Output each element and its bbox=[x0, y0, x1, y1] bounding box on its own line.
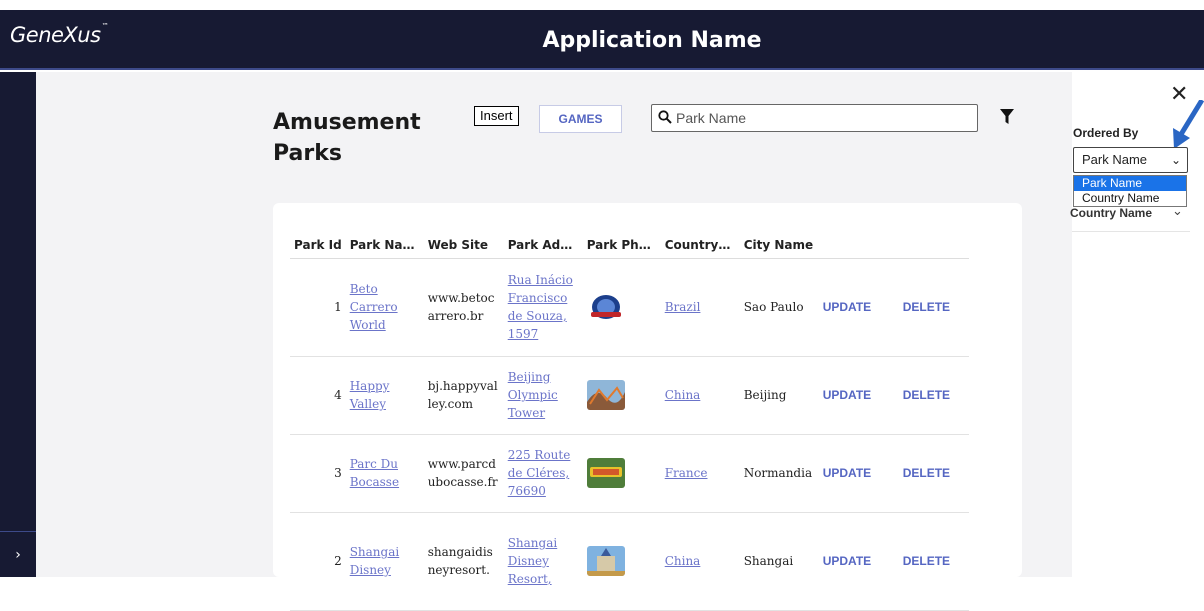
column-header-park-name[interactable]: Park Na… bbox=[345, 232, 424, 259]
app-title: Application Name bbox=[542, 28, 762, 53]
city-cell: Beijing bbox=[739, 356, 819, 435]
column-header-web-site[interactable]: Web Site bbox=[423, 232, 504, 259]
park-name-cell: Parc Du Bocasse bbox=[345, 434, 424, 513]
country-cell: China bbox=[660, 356, 740, 435]
app-header: GeneXus™ Application Name bbox=[0, 10, 1204, 70]
delete-button[interactable]: DELETE bbox=[903, 554, 950, 568]
address-cell: Beijing Olympic Tower bbox=[503, 356, 583, 435]
photo-cell bbox=[582, 434, 661, 513]
photo-cell bbox=[582, 356, 661, 435]
update-button[interactable]: UPDATE bbox=[823, 300, 871, 314]
website-cell: shangaidisneyresort. bbox=[423, 512, 504, 611]
column-header-park-address[interactable]: Park Ad… bbox=[503, 232, 583, 259]
column-header-update bbox=[818, 232, 899, 259]
order-option-park-name[interactable]: Park Name bbox=[1074, 176, 1186, 191]
park-photo-image bbox=[586, 458, 625, 488]
delete-cell: DELETE bbox=[898, 356, 969, 435]
delete-cell: DELETE bbox=[898, 512, 969, 611]
park-name-cell: Beto Carrero World bbox=[345, 258, 424, 357]
park-address-link[interactable]: Shangai Disney Resort, bbox=[508, 536, 558, 586]
address-cell: Shangai Disney Resort, bbox=[503, 512, 583, 611]
update-button[interactable]: UPDATE bbox=[823, 554, 871, 568]
address-cell: 225 Route de Cléres, 76690 bbox=[503, 434, 583, 513]
search-icon bbox=[658, 110, 672, 124]
sidebar: › bbox=[0, 72, 36, 577]
update-cell: UPDATE bbox=[818, 512, 899, 611]
country-link[interactable]: France bbox=[665, 466, 708, 480]
park-id-cell: 2 bbox=[290, 512, 346, 611]
update-button[interactable]: UPDATE bbox=[823, 466, 871, 480]
column-header-city-name[interactable]: City Name bbox=[739, 232, 819, 259]
delete-cell: DELETE bbox=[898, 258, 969, 357]
games-button[interactable]: GAMES bbox=[539, 105, 622, 133]
park-name-cell: Shangai Disney bbox=[345, 512, 424, 611]
photo-cell bbox=[582, 258, 661, 357]
column-header-delete bbox=[898, 232, 969, 259]
pointer-arrow-icon bbox=[1173, 100, 1204, 149]
column-header-park-photo[interactable]: Park Ph… bbox=[582, 232, 661, 259]
city-cell: Normandia bbox=[739, 434, 819, 513]
order-option-country-name-label: Country Name bbox=[1070, 206, 1153, 220]
park-name-link[interactable]: Beto Carrero World bbox=[350, 282, 398, 332]
country-cell: Brazil bbox=[660, 258, 740, 357]
table-header-row: Park Id Park Na… Web Site Park Ad… Park … bbox=[290, 232, 969, 259]
ordered-by-dropdown-list[interactable]: Park Name Country Name bbox=[1073, 175, 1187, 207]
search-input[interactable] bbox=[676, 108, 966, 128]
chevron-down-icon: ⌄ bbox=[1170, 153, 1181, 167]
filter-icon[interactable] bbox=[1000, 109, 1014, 125]
delete-cell: DELETE bbox=[898, 434, 969, 513]
update-button[interactable]: UPDATE bbox=[823, 388, 871, 402]
column-header-country[interactable]: Country… bbox=[660, 232, 740, 259]
country-link[interactable]: Brazil bbox=[665, 300, 701, 314]
country-link[interactable]: China bbox=[665, 554, 701, 568]
park-photo-image bbox=[586, 546, 625, 576]
delete-button[interactable]: DELETE bbox=[903, 300, 950, 314]
park-photo-image bbox=[590, 295, 621, 319]
park-address-link[interactable]: 225 Route de Cléres, 76690 bbox=[508, 448, 571, 498]
park-name-link[interactable]: Parc Du Bocasse bbox=[350, 457, 399, 489]
parks-table: Park Id Park Na… Web Site Park Ad… Park … bbox=[290, 232, 969, 611]
ordered-by-label: Ordered By bbox=[1073, 126, 1139, 140]
address-cell: Rua Inácio Francisco de Souza, 1597 bbox=[503, 258, 583, 357]
website-cell: www.parcdubocasse.fr bbox=[423, 434, 504, 513]
photo-cell bbox=[582, 512, 661, 611]
chevron-right-icon: › bbox=[15, 547, 21, 563]
sidebar-toggle-button[interactable]: › bbox=[0, 531, 36, 577]
park-name-link[interactable]: Shangai Disney bbox=[350, 545, 400, 577]
city-cell: Sao Paulo bbox=[739, 258, 819, 357]
delete-button[interactable]: DELETE bbox=[903, 388, 950, 402]
website-cell: bj.happyvalley.com bbox=[423, 356, 504, 435]
country-cell: France bbox=[660, 434, 740, 513]
park-id-cell: 1 bbox=[290, 258, 346, 357]
delete-button[interactable]: DELETE bbox=[903, 466, 950, 480]
park-id-cell: 4 bbox=[290, 356, 346, 435]
order-option-country-name[interactable]: Country Name bbox=[1074, 191, 1186, 206]
insert-button[interactable]: Insert bbox=[474, 106, 519, 126]
park-photo-image bbox=[586, 380, 625, 410]
ordered-by-selected-value: Park Name bbox=[1082, 152, 1148, 167]
ordered-by-select[interactable]: Park Name ⌄ bbox=[1073, 147, 1188, 173]
table-row: 1 Beto Carrero World www.betocarrero.br … bbox=[290, 258, 969, 357]
city-cell: Shangai bbox=[739, 512, 819, 611]
update-cell: UPDATE bbox=[818, 356, 899, 435]
park-name-link[interactable]: Happy Valley bbox=[350, 379, 390, 411]
country-cell: China bbox=[660, 512, 740, 611]
page-title: Amusement Parks bbox=[273, 110, 421, 166]
table-row: 3 Parc Du Bocasse www.parcdubocasse.fr 2… bbox=[290, 434, 969, 513]
country-link[interactable]: China bbox=[665, 388, 701, 402]
park-name-cell: Happy Valley bbox=[345, 356, 424, 435]
website-cell: www.betocarrero.br bbox=[423, 258, 504, 357]
search-field[interactable] bbox=[651, 104, 978, 132]
table-row: 2 Shangai Disney shangaidisneyresort. Sh… bbox=[290, 512, 969, 611]
park-address-link[interactable]: Rua Inácio Francisco de Souza, 1597 bbox=[508, 273, 573, 341]
column-header-park-id[interactable]: Park Id bbox=[290, 232, 346, 259]
table-row: 4 Happy Valley bj.happyvalley.com Beijin… bbox=[290, 356, 969, 435]
park-id-cell: 3 bbox=[290, 434, 346, 513]
update-cell: UPDATE bbox=[818, 434, 899, 513]
panel-divider bbox=[1072, 231, 1190, 232]
update-cell: UPDATE bbox=[818, 258, 899, 357]
park-address-link[interactable]: Beijing Olympic Tower bbox=[508, 370, 558, 420]
